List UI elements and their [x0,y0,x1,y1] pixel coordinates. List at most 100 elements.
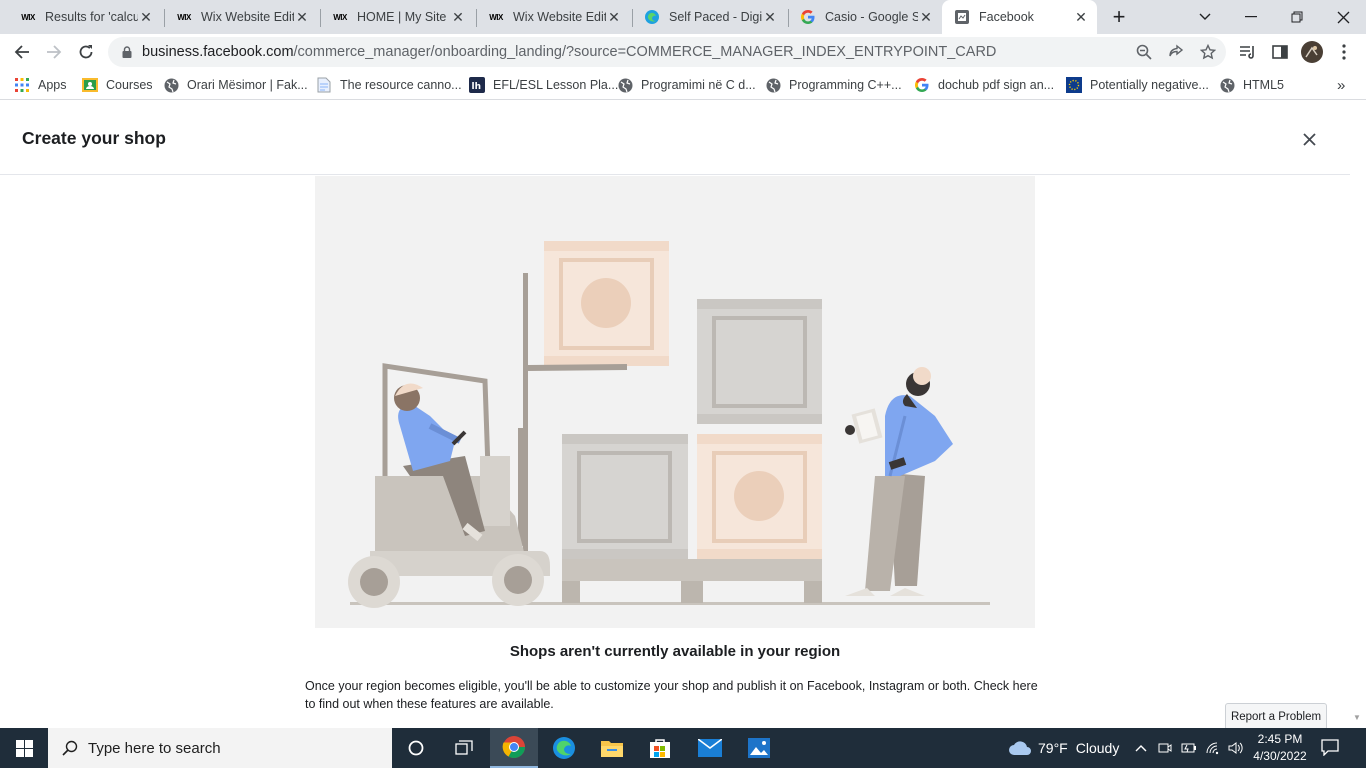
close-tab-icon[interactable]: ✕ [1073,9,1089,25]
lh-icon: lh [469,77,485,93]
tab-title: Facebook [979,10,1034,24]
taskbar-file-explorer[interactable] [588,728,636,768]
cortana-button[interactable] [392,728,440,768]
reload-button[interactable] [70,36,102,68]
forward-button[interactable] [38,36,70,68]
taskbar-store[interactable] [636,728,684,768]
svg-text:lh: lh [472,82,482,92]
close-tab-icon[interactable]: ✕ [138,9,154,25]
address-bar[interactable]: business.facebook.com/commerce_manager/o… [108,37,1226,67]
bookmark-apps[interactable]: Apps [14,76,67,94]
bookmark-orari[interactable]: Orari Mësimor | Fak... [163,76,308,94]
browser-toolbar: business.facebook.com/commerce_manager/o… [0,34,1366,70]
search-placeholder: Type here to search [88,740,221,757]
show-hidden-icons-button[interactable] [1133,740,1149,756]
search-icon [62,740,78,756]
side-panel-button[interactable] [1264,36,1296,68]
notification-center-button[interactable] [1320,738,1344,758]
bookmark-resource[interactable]: The resource canno... [316,76,462,94]
close-tab-icon[interactable]: ✕ [762,9,778,25]
restore-button[interactable] [1274,0,1320,34]
tab-title: Wix Website Edit [201,10,294,24]
tab-home-my-site[interactable]: WIX HOME | My Site 2 ✕ [320,0,474,34]
tab-results-calcul[interactable]: WIX Results for 'calcul ✕ [8,0,162,34]
bookmark-dochub[interactable]: dochub pdf sign an... [914,76,1054,94]
tab-title: Results for 'calcul [45,10,138,24]
page-scrollbar[interactable] [1350,101,1366,728]
tab-self-paced[interactable]: Self Paced - Digit ✕ [632,0,786,34]
side-panel-icon [1272,45,1288,59]
warehouse-scene-image [348,241,990,608]
task-view-button[interactable] [440,728,488,768]
taskbar-photos[interactable] [735,728,783,768]
wix-icon: WIX [177,12,191,22]
system-clock[interactable]: 2:45 PM 4/30/2022 [1250,731,1310,765]
arrow-right-icon [47,45,62,59]
chevron-up-icon [1135,745,1147,752]
tab-wix-editor-1[interactable]: WIX Wix Website Edit ✕ [164,0,318,34]
close-tab-icon[interactable]: ✕ [918,9,934,25]
bookmark-courses[interactable]: Courses [82,76,153,94]
share-icon[interactable] [1167,43,1185,61]
close-window-button[interactable] [1320,0,1366,34]
taskbar-search-box[interactable]: Type here to search [48,728,392,768]
taskbar-chrome[interactable] [490,728,538,768]
dialog-header: Create your shop [0,101,1350,175]
bookmark-html5[interactable]: HTML5 [1219,76,1284,94]
page-title: Create your shop [22,128,166,148]
battery-icon[interactable] [1181,740,1197,756]
url-host: business.facebook.com [142,44,294,60]
menu-button[interactable] [1328,36,1360,68]
globe-icon [617,77,633,93]
new-tab-button[interactable]: + [1103,0,1135,34]
close-dialog-button[interactable] [1298,128,1320,150]
bookmark-efl-esl[interactable]: lh EFL/ESL Lesson Pla... [469,76,618,94]
close-tab-icon[interactable]: ✕ [450,9,466,25]
bookmark-label: Programimi në C d... [641,78,756,92]
back-button[interactable] [6,36,38,68]
bookmark-label: EFL/ESL Lesson Pla... [493,78,619,92]
url-text[interactable]: business.facebook.com/commerce_manager/o… [142,44,996,60]
wix-icon: WIX [333,12,347,22]
bookmark-programming-cpp[interactable]: Programming C++... [765,76,902,94]
close-icon [1337,11,1349,23]
weather-widget[interactable]: 79°F Cloudy [1008,728,1119,768]
bookmark-potentially-negative[interactable]: Potentially negative... [1066,76,1209,94]
bookmark-label: The resource canno... [340,78,462,92]
wifi-icon[interactable] [1205,740,1221,756]
minimize-button[interactable] [1228,0,1274,34]
more-bookmarks-button[interactable]: » [1337,76,1345,94]
region-unavailable-headline: Shops aren't currently available in your… [509,643,841,660]
bookmark-label: Programming C++... [789,78,902,92]
profile-button[interactable] [1296,36,1328,68]
close-tab-icon[interactable]: ✕ [606,9,622,25]
bookmark-label: Apps [38,78,67,92]
scroll-down-arrow-icon[interactable]: ▼ [1352,713,1362,723]
reload-icon [79,45,93,59]
report-problem-button[interactable]: Report a Problem [1225,703,1327,728]
volume-icon[interactable] [1228,740,1244,756]
tab-search-button[interactable] [1182,0,1228,34]
lock-icon[interactable] [118,43,136,61]
photos-icon [748,738,770,758]
star-icon[interactable] [1199,43,1217,61]
bookmark-label: Courses [106,78,153,92]
bookmark-programimi[interactable]: Programimi në C d... [617,76,756,94]
chevron-down-icon [1199,13,1211,20]
floor-line [350,602,990,605]
windows-taskbar: Type here to search 79°F Cloudy 2:45 PM … [0,728,1366,768]
bookmark-label: Orari Mësimor | Fak... [187,78,308,92]
tab-casio-slides[interactable]: Casio - Google Sl ✕ [788,0,942,34]
taskbar-mail[interactable] [686,728,734,768]
tab-wix-editor-2[interactable]: WIX Wix Website Edit ✕ [476,0,630,34]
start-button[interactable] [0,728,48,768]
close-tab-icon[interactable]: ✕ [294,9,310,25]
tab-facebook[interactable]: Facebook ✕ [942,0,1097,34]
crate-gray-lower [562,434,688,559]
meet-now-icon[interactable] [1157,740,1173,756]
zoom-icon[interactable] [1135,43,1153,61]
taskbar-edge[interactable] [540,728,588,768]
reading-list-button[interactable] [1232,36,1264,68]
chrome-icon [502,736,525,758]
close-icon [1302,132,1316,146]
